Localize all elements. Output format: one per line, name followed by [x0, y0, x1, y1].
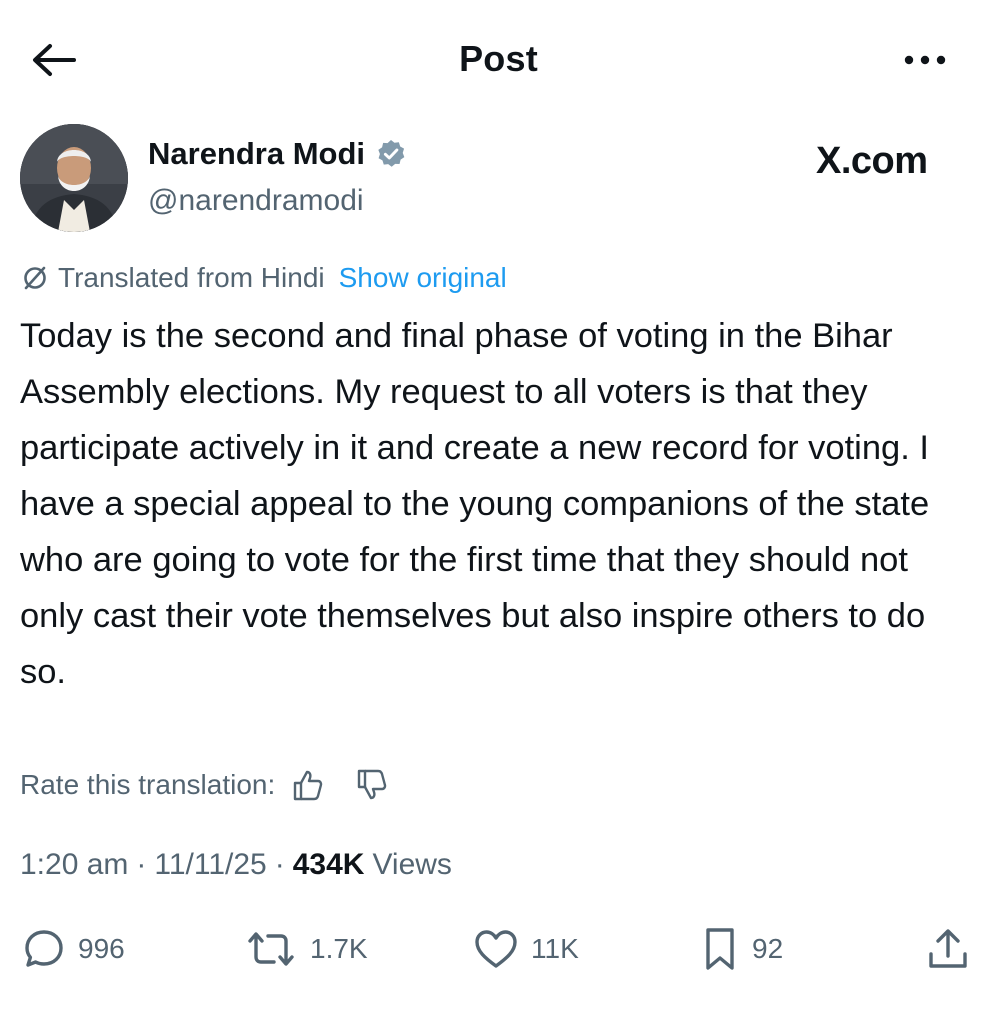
- share-button[interactable]: [926, 925, 970, 973]
- bookmark-icon: [706, 928, 734, 970]
- page-title: Post: [459, 38, 538, 79]
- repost-count: 1.7K: [310, 933, 368, 964]
- repost-icon: [248, 932, 294, 966]
- views-label: Views: [372, 848, 452, 881]
- thumbs-up-button[interactable]: [291, 768, 325, 802]
- meta-separator: ·: [274, 848, 285, 881]
- thumbs-down-button[interactable]: [355, 768, 389, 802]
- like-icon: [475, 930, 517, 968]
- bookmark-button[interactable]: 92: [700, 925, 783, 973]
- thumbs-down-icon: [358, 769, 387, 800]
- meta-separator: ·: [136, 848, 147, 881]
- post-date: 11/11/25: [154, 848, 267, 881]
- repost-button[interactable]: 1.7K: [244, 925, 368, 973]
- avatar[interactable]: [20, 124, 128, 232]
- translation-label: Translated from Hindi: [58, 262, 325, 293]
- translate-icon: [24, 266, 46, 290]
- post-text: Today is the second and final phase of v…: [20, 317, 930, 691]
- like-count: 11K: [531, 933, 579, 964]
- bookmark-count: 92: [752, 933, 784, 964]
- views-count[interactable]: 434K: [293, 848, 365, 882]
- author-handle[interactable]: @narendramodi: [148, 184, 364, 218]
- show-original-link[interactable]: Show original: [339, 262, 507, 294]
- author-name[interactable]: Narendra Modi: [148, 136, 365, 172]
- more-options-button[interactable]: [898, 40, 952, 80]
- x-watermark: X.com: [816, 140, 928, 182]
- reply-icon: [25, 930, 63, 967]
- share-icon: [929, 929, 967, 968]
- like-button[interactable]: 11K: [473, 925, 579, 973]
- post-time: 1:20 am: [20, 848, 129, 881]
- rate-translation: Rate this translation:: [20, 768, 389, 802]
- reply-count: 996: [78, 933, 125, 964]
- more-options-icon: [904, 55, 946, 65]
- thumbs-up-icon: [294, 770, 323, 801]
- post-meta: 1:20 am · 11/11/25 · 434K Views: [20, 848, 452, 882]
- rate-translation-label: Rate this translation:: [20, 769, 276, 800]
- reply-button[interactable]: 996: [22, 925, 125, 973]
- verified-badge-icon: [378, 140, 405, 167]
- translation-notice: Translated from Hindi Show original: [20, 262, 507, 294]
